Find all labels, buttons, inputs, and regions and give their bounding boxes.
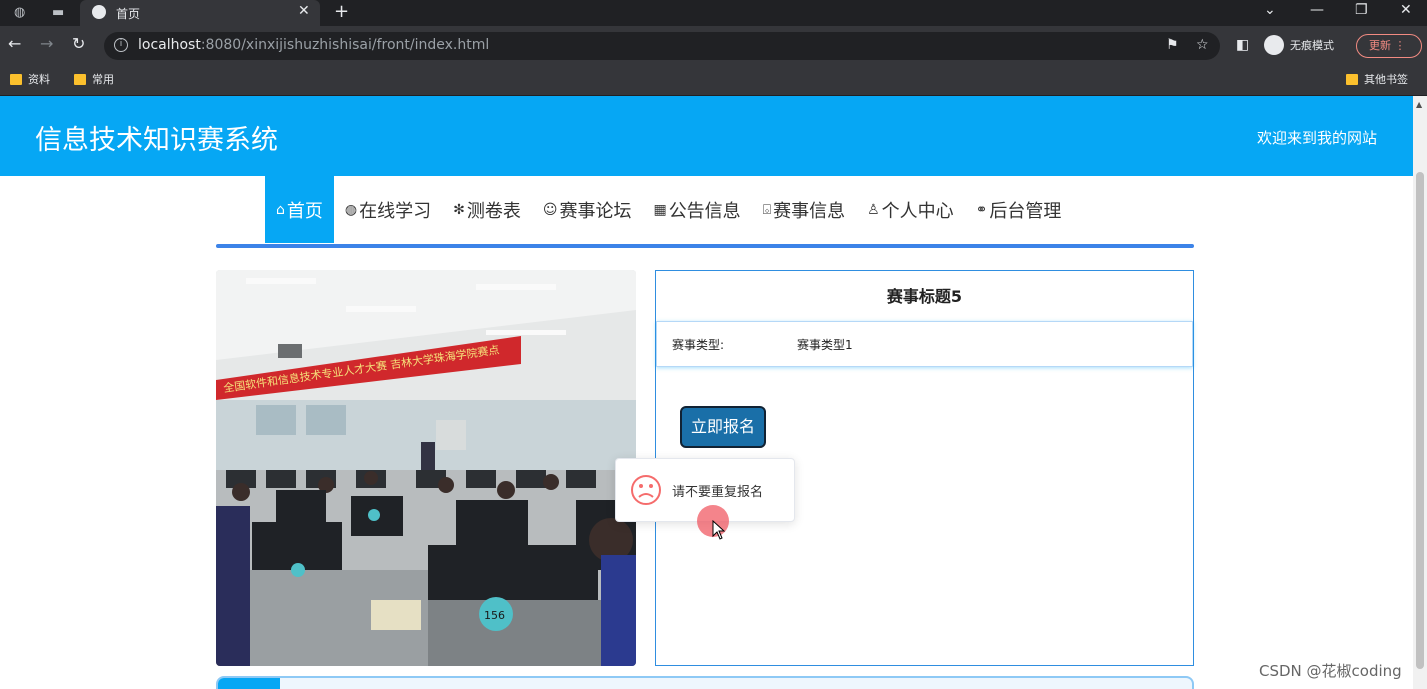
bookmark-item[interactable]: 资料: [10, 71, 50, 87]
sad-face-icon: [631, 475, 661, 505]
update-label: 更新: [1369, 39, 1391, 52]
book-icon: ⌺: [762, 201, 772, 218]
nav-item-home[interactable]: ⌂ 首页: [265, 176, 334, 243]
incognito-indicator[interactable]: 无痕模式: [1264, 32, 1334, 58]
nav-label: 后台管理: [989, 200, 1062, 222]
minimize-icon[interactable]: —: [1310, 2, 1324, 18]
incognito-icon: [1264, 35, 1284, 55]
next-section-header: [216, 676, 1194, 689]
nav-item-profile[interactable]: ♙ 个人中心: [856, 176, 965, 243]
event-type-label: 赛事类型:: [672, 337, 725, 352]
page-scrollbar[interactable]: ▲: [1413, 96, 1427, 689]
sidepanel-icon[interactable]: ◧: [1236, 37, 1249, 53]
globe-icon: ◍: [344, 201, 358, 218]
nav-item-notices[interactable]: ▦ 公告信息: [642, 176, 751, 243]
back-icon[interactable]: ←: [8, 35, 21, 53]
chevron-down-icon[interactable]: ⌄: [1264, 2, 1276, 18]
nav-item-admin[interactable]: ⚭ 后台管理: [965, 176, 1073, 243]
nav-underline: [216, 244, 1194, 248]
nav-item-online-study[interactable]: ◍ 在线学习: [334, 176, 442, 243]
tab-title: 首页: [116, 7, 141, 21]
event-type-value: 赛事类型1: [797, 337, 853, 352]
watermark: CSDN @花椒coding: [1259, 662, 1402, 680]
restore-icon[interactable]: ❐: [1355, 2, 1368, 18]
star-icon[interactable]: ☆: [1196, 37, 1209, 53]
asterisk-icon: ✻: [453, 201, 465, 218]
site-header: 信息技术知识赛系统 欢迎来到我的网站: [0, 96, 1413, 176]
new-tab-icon[interactable]: +: [334, 1, 349, 22]
url-text[interactable]: localhost:8080/xinxijishuzhishisai/front…: [138, 37, 489, 53]
nav-label: 赛事信息: [773, 200, 846, 222]
home-icon: ⌂: [276, 201, 285, 218]
svg-text:156: 156: [484, 609, 505, 622]
user-icon: ♙: [867, 201, 880, 218]
welcome-text: 欢迎来到我的网站: [1257, 129, 1378, 147]
address-bar[interactable]: i localhost:8080/xinxijishuzhishisai/fro…: [104, 32, 1220, 60]
nav-item-exam-list[interactable]: ✻ 测卷表: [442, 176, 532, 243]
section-tab: [218, 678, 280, 689]
browser-tab[interactable]: 首页 ✕: [80, 0, 320, 26]
nav-label: 在线学习: [359, 200, 432, 222]
grid-icon: ▦: [653, 201, 667, 218]
event-type-row: 赛事类型: 赛事类型1: [656, 321, 1193, 367]
bookmark-label: 常用: [92, 73, 114, 86]
nav-label: 测卷表: [466, 200, 521, 222]
folder-icon: [74, 73, 86, 85]
link-icon: ⚭: [975, 201, 988, 218]
signup-button[interactable]: 立即报名: [680, 406, 766, 448]
site-title: 信息技术知识赛系统: [35, 125, 278, 156]
info-icon[interactable]: i: [114, 38, 128, 52]
nav-label: 个人中心: [881, 200, 954, 222]
url-path: :8080/xinxijishuzhishisai/front/index.ht…: [200, 37, 490, 53]
folder-icon: [10, 73, 22, 85]
reload-icon[interactable]: ↻: [72, 35, 85, 53]
forward-icon[interactable]: →: [40, 35, 53, 53]
other-bookmarks[interactable]: 其他书签: [1346, 71, 1408, 87]
main-nav: ⌂ 首页 ◍ 在线学习 ✻ 测卷表 ☺ 赛事论坛 ▦ 公告信息 ⌺ 赛事信息 ♙…: [265, 176, 1072, 243]
bookmark-label: 资料: [28, 73, 50, 86]
window-close-icon[interactable]: ✕: [1400, 2, 1412, 18]
scroll-up-icon[interactable]: ▲: [1416, 100, 1422, 109]
nav-label: 首页: [286, 200, 323, 222]
other-bookmarks-label: 其他书签: [1364, 73, 1408, 86]
toast-text: 请不要重复报名: [672, 484, 764, 500]
update-button[interactable]: 更新 ⋮: [1356, 34, 1422, 58]
close-icon[interactable]: ✕: [298, 3, 310, 19]
globe-icon[interactable]: ◍: [14, 0, 25, 26]
scrollbar-thumb[interactable]: [1416, 172, 1424, 669]
event-photo: 全国软件和信息技术专业人才大赛 吉林大学珠海学院赛点 156: [216, 270, 636, 666]
event-title: 赛事标题5: [886, 287, 963, 306]
incognito-label: 无痕模式: [1290, 39, 1334, 52]
browser-toolbar: ← → ↻ i localhost:8080/xinxijishuzhishis…: [0, 26, 1427, 64]
bookmark-item[interactable]: 常用: [74, 71, 114, 87]
folder-icon: [1346, 73, 1358, 85]
tab-favicon-icon: [92, 5, 106, 19]
smile-icon: ☺: [542, 201, 558, 218]
tab-search-icon[interactable]: ▬: [52, 0, 64, 26]
mouse-pointer-icon: [712, 520, 726, 540]
translate-icon[interactable]: ⚑: [1166, 37, 1179, 53]
nav-label: 公告信息: [668, 200, 741, 222]
bookmarks-bar: 资料 常用 其他书签: [0, 64, 1427, 96]
url-host: localhost: [138, 37, 201, 53]
page-viewport: 信息技术知识赛系统 欢迎来到我的网站 ⌂ 首页 ◍ 在线学习 ✻ 测卷表 ☺ 赛…: [0, 96, 1413, 689]
nav-label: 赛事论坛: [559, 200, 632, 222]
nav-item-events[interactable]: ⌺ 赛事信息: [752, 176, 856, 243]
nav-item-forum[interactable]: ☺ 赛事论坛: [532, 176, 643, 243]
browser-tab-strip: ◍ ▬ 首页 ✕ + ⌄ — ❐ ✕: [0, 0, 1427, 26]
